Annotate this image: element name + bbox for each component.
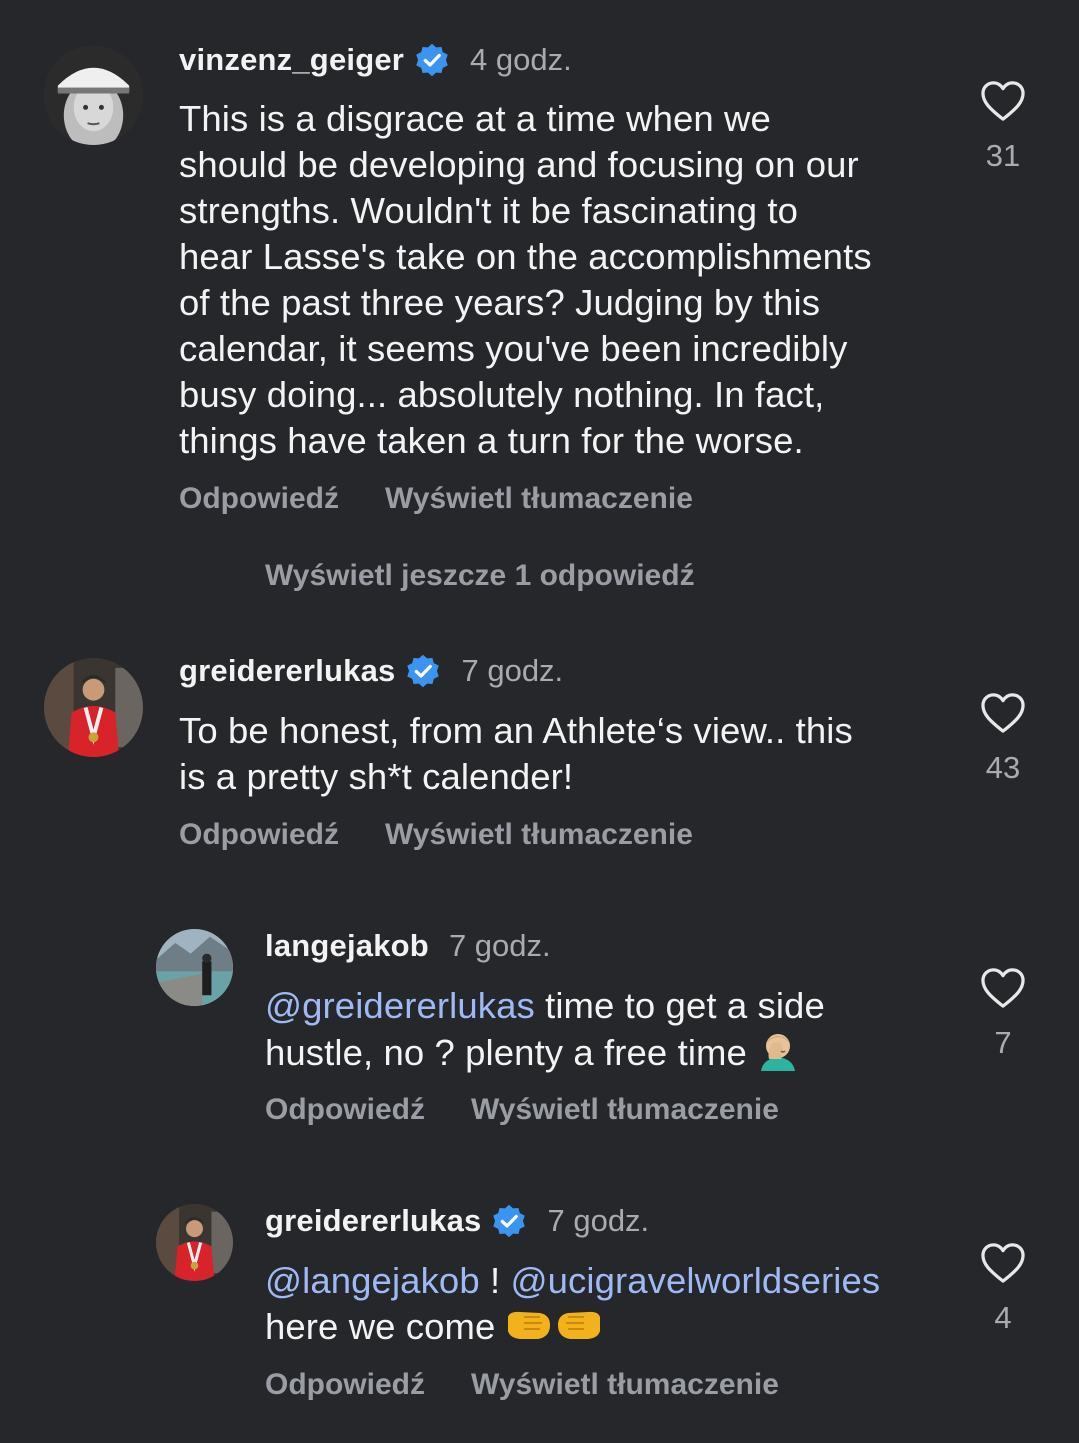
comment-header: langejakob 7 godz.: [265, 926, 551, 966]
reply-button[interactable]: Odpowiedź: [179, 818, 339, 852]
like-count: 43: [985, 750, 1021, 785]
username[interactable]: greidererlukas: [265, 1203, 481, 1239]
username[interactable]: langejakob: [265, 928, 429, 964]
comment-line: @langejakob ! @ucigravelworldseries: [265, 1258, 945, 1304]
heart-icon[interactable]: [980, 80, 1026, 122]
comment-header: greidererlukas 7 godz.: [179, 651, 563, 691]
heart-icon[interactable]: [980, 967, 1026, 1009]
verified-badge-icon: [491, 1203, 527, 1239]
comment-header: vinzenz_geiger 4 godz.: [179, 40, 572, 80]
comment-line: here we come: [265, 1304, 945, 1356]
fist-bump-emoji-icon: [506, 1307, 602, 1356]
comment-header: greidererlukas 7 godz.: [265, 1201, 649, 1241]
comment-line: of the past three years? Judging by this: [179, 282, 821, 323]
comment-line: @greidererlukas time to get a side: [265, 983, 945, 1029]
translate-button[interactable]: Wyświetl tłumaczenie: [471, 1368, 779, 1402]
verified-badge-icon: [414, 42, 450, 78]
comment-text-fragment: hustle, no ? plenty a free time: [265, 1032, 758, 1073]
like-control: 31: [963, 80, 1043, 174]
view-more-replies-button[interactable]: Wyświetl jeszcze 1 odpowiedź: [265, 559, 695, 593]
verified-badge-icon: [405, 653, 441, 689]
timestamp: 4 godz.: [470, 42, 572, 77]
comment-line: This is a disgrace at a time when we: [179, 98, 771, 139]
heart-icon[interactable]: [980, 1242, 1026, 1284]
translate-button[interactable]: Wyświetl tłumaczenie: [385, 818, 693, 852]
comment-line: To be honest, from an Athlete‘s view.. t…: [179, 710, 853, 751]
reply-button[interactable]: Odpowiedź: [265, 1093, 425, 1127]
comment-line: things have taken a turn for the worse.: [179, 420, 804, 461]
like-count: 31: [985, 138, 1021, 173]
comment-text: To be honest, from an Athlete‘s view.. t…: [179, 708, 939, 800]
comment-line: should be developing and focusing on our: [179, 144, 859, 185]
reply-button[interactable]: Odpowiedź: [179, 482, 339, 516]
timestamp: 7 godz.: [448, 928, 551, 963]
heart-icon[interactable]: [980, 692, 1026, 734]
comment-text: @greidererlukas time to get a side hustl…: [265, 983, 945, 1082]
like-control: 4: [963, 1242, 1043, 1336]
avatar[interactable]: [44, 658, 143, 757]
comment-actions: Odpowiedź Wyświetl tłumaczenie: [265, 1368, 825, 1402]
username[interactable]: vinzenz_geiger: [179, 42, 404, 78]
comment-actions: Odpowiedź Wyświetl tłumaczenie: [179, 482, 739, 516]
comment-line: hustle, no ? plenty a free time: [265, 1029, 945, 1082]
like-control: 7: [963, 967, 1043, 1061]
comment-line: calendar, it seems you've been incredibl…: [179, 328, 848, 369]
timestamp: 7 godz.: [547, 1203, 650, 1238]
avatar[interactable]: [156, 1204, 233, 1281]
like-control: 43: [963, 692, 1043, 786]
timestamp: 7 godz.: [461, 653, 564, 688]
mention-link[interactable]: @langejakob: [265, 1260, 480, 1301]
facepalm-emoji-icon: [757, 1029, 799, 1082]
comment-actions: Odpowiedź Wyświetl tłumaczenie: [179, 818, 739, 852]
reply-button[interactable]: Odpowiedź: [265, 1368, 425, 1402]
comment-text: This is a disgrace at a time when we sho…: [179, 96, 939, 464]
mention-link[interactable]: @greidererlukas: [265, 985, 535, 1026]
translate-button[interactable]: Wyświetl tłumaczenie: [471, 1093, 779, 1127]
comment-text-fragment: time to get a side: [534, 985, 825, 1026]
username[interactable]: greidererlukas: [179, 653, 395, 689]
comment-line: strengths. Wouldn't it be fascinating to: [179, 190, 798, 231]
comment-line: is a pretty sh*t calender!: [179, 756, 574, 797]
like-count: 4: [994, 1300, 1012, 1335]
comment-text: @langejakob ! @ucigravelworldseries here…: [265, 1258, 945, 1356]
like-count: 7: [994, 1025, 1012, 1060]
comment-text-fragment: here we come: [265, 1306, 506, 1347]
avatar[interactable]: [156, 929, 233, 1006]
avatar[interactable]: [44, 46, 143, 145]
mention-link[interactable]: @ucigravelworldseries: [510, 1260, 880, 1301]
comment-actions: Odpowiedź Wyświetl tłumaczenie: [265, 1093, 825, 1127]
comment-line: hear Lasse's take on the accomplishments: [179, 236, 872, 277]
comment-text-fragment: !: [479, 1260, 511, 1301]
comment-line: busy doing... absolutely nothing. In fac…: [179, 374, 825, 415]
translate-button[interactable]: Wyświetl tłumaczenie: [385, 482, 693, 516]
